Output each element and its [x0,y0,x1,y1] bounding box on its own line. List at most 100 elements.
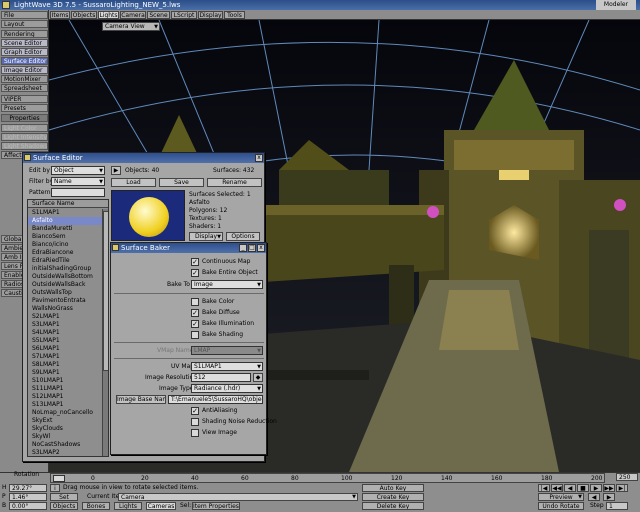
maximize-icon[interactable]: □ [248,244,256,252]
surface-list-item[interactable]: S10LMAP1 [28,377,102,385]
bake-entire-object-checkbox[interactable]: ✓ [191,269,199,277]
scrollbar-thumb[interactable] [103,211,108,371]
item-properties-button[interactable]: Item Properties [192,502,240,510]
set-button[interactable]: Set [50,493,78,501]
view-image-checkbox[interactable] [191,429,199,437]
surface-list-item[interactable]: S3LMAP1 [28,321,102,329]
create-key-button[interactable]: Create Key [362,493,424,501]
surface-list-item[interactable]: Asfalto [28,217,102,225]
surface-list-item[interactable]: S9LMAP1 [28,369,102,377]
surface-list-item[interactable]: S8LMAP1 [28,361,102,369]
surface-list-item[interactable]: S4LMAP1 [28,329,102,337]
bake-shading-checkbox[interactable] [191,331,199,339]
minimize-icon[interactable]: _ [239,244,247,252]
bake-illumination-checkbox[interactable]: ✓ [191,320,199,328]
surface-list-item[interactable]: OutsideWallsBack [28,281,102,289]
surface-list-item[interactable]: NoCastShadows [28,441,102,449]
layout-button[interactable]: Layout [1,20,48,28]
surface-list-item[interactable]: S1LMAP1 [28,209,102,217]
properties-button[interactable]: Properties [1,114,48,122]
image-resolution-input[interactable]: 512 [191,373,251,382]
surface-list-item[interactable]: BandaMuretti [28,225,102,233]
image-base-name-button[interactable]: Image Base Name [116,395,166,404]
info-icon[interactable]: i [50,484,60,492]
prev-key-icon[interactable]: ◀◀ [551,484,563,492]
surface-editor-button[interactable]: Surface Editor [1,57,48,65]
tab-display[interactable]: Display [198,11,223,19]
timeline-slider[interactable] [53,475,65,482]
pattern-input[interactable] [51,188,105,197]
timeline[interactable]: 0 20 40 60 80 100 120 140 160 180 200 [50,473,605,483]
tab-tools[interactable]: Tools [224,11,245,19]
surface-list-scrollbar[interactable] [102,209,108,456]
rendering-button[interactable]: Rendering [1,30,48,38]
current-item-select[interactable]: Camera [118,493,358,501]
bake-to-select[interactable]: Image [191,280,263,289]
motionmixer-button[interactable]: MotionMixer [1,75,48,83]
heading-field[interactable]: 29.27° [9,484,47,492]
spreadsheet-button[interactable]: Spreadsheet [1,84,48,92]
surface-list-item[interactable]: S12LMAP1 [28,393,102,401]
tab-lights[interactable]: Lights [98,11,119,19]
image-base-name-field[interactable]: T:\Emanuele5\SussaroHQ\objects\1_1 [168,395,263,404]
tab-items[interactable]: Items [50,11,70,19]
surface-list-item[interactable]: initialShadingGroup [28,265,102,273]
tab-scene[interactable]: Scene [147,11,170,19]
stop-icon[interactable]: ■ [577,484,589,492]
bank-field[interactable]: 0.00° [9,502,47,510]
stepper-icon[interactable]: ◆ [253,373,263,382]
edit-by-select[interactable]: Object [51,166,105,175]
next-key-icon[interactable]: ▶▶ [603,484,615,492]
surface-list-item[interactable]: EdraBiancone [28,249,102,257]
modeler-button[interactable]: Modeler [596,0,636,10]
objects-button[interactable]: Objects [50,502,78,510]
view-mode-select[interactable]: Camera View ▼ [102,22,160,31]
step-field[interactable]: 1 [606,502,628,510]
close-icon[interactable]: x [257,244,265,252]
vmap-name-field[interactable]: LMAP [191,346,263,355]
surface-list-item[interactable]: S3LMAP2 [28,449,102,456]
surface-list-item[interactable]: OutsWallsTop [28,289,102,297]
light-shadows-button[interactable]: Light Shadows [1,142,48,150]
tab-objects[interactable]: Objects [71,11,97,19]
save-button[interactable]: Save [159,178,204,187]
light-intensity-button[interactable]: Light Intensity [1,133,48,141]
continuous-map-checkbox[interactable]: ✓ [191,258,199,266]
lights-button[interactable]: Lights [114,502,142,510]
filter-by-select[interactable]: Name [51,177,105,186]
surface-list-item[interactable]: NoLmap_noCancello [28,409,102,417]
surface-list-item[interactable]: SkyWl [28,433,102,441]
presets-button[interactable]: Presets [1,104,48,112]
surface-list-item[interactable]: SkyClouds [28,425,102,433]
undo-rotate-button[interactable]: Undo Rotate [538,502,584,510]
light-color-button[interactable]: Light Color [1,124,48,132]
load-button[interactable]: Load [111,178,156,187]
image-editor-button[interactable]: Image Editor [1,66,48,74]
close-icon[interactable]: x [255,154,263,162]
shading-noise-checkbox[interactable] [191,418,199,426]
surface-list-item[interactable]: S11LMAP1 [28,385,102,393]
surface-list-item[interactable]: SkyExt [28,417,102,425]
display-select[interactable]: Display [189,232,223,241]
auto-key-button[interactable]: Auto Key [362,484,424,492]
surface-list-item[interactable]: WallsNoGrass [28,305,102,313]
surface-list-item[interactable]: S7LMAP1 [28,353,102,361]
frame-end-field[interactable]: 250 [616,473,638,481]
surface-list-item[interactable]: OutsideWallsBottom [28,273,102,281]
forward-icon[interactable]: ▶ [603,493,615,501]
delete-key-button[interactable]: Delete Key [362,502,424,510]
rewind-icon[interactable]: ◀ [588,493,600,501]
file-button[interactable]: File [1,11,48,19]
surface-list-item[interactable]: S2LMAP1 [28,313,102,321]
first-frame-icon[interactable]: |◀ [538,484,550,492]
tab-camera[interactable]: Camera [120,11,146,19]
surface-list-item[interactable]: S6LMAP1 [28,345,102,353]
expand-arrow-icon[interactable]: ▶ [111,166,121,175]
scene-editor-button[interactable]: Scene Editor [1,39,48,47]
graph-editor-button[interactable]: Graph Editor [1,48,48,56]
surface-list-item[interactable]: EdraRiedTile [28,257,102,265]
surface-list-item[interactable]: BiancoSem [28,233,102,241]
surface-list-item[interactable]: Bianco/icino [28,241,102,249]
preview-select[interactable]: Preview [538,493,584,501]
antialiasing-checkbox[interactable]: ✓ [191,407,199,415]
